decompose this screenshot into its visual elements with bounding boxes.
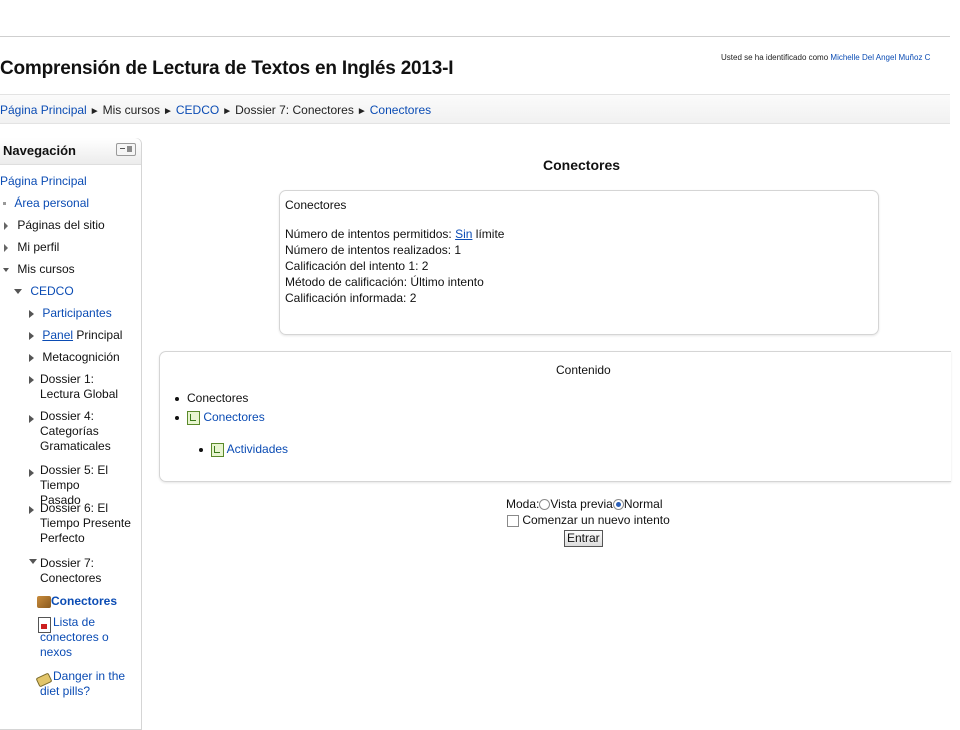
nav-participants[interactable]: Participantes (29, 306, 112, 321)
nav-metacognition-label: Metacognición (42, 350, 120, 364)
nav-dossier-6-label: Dossier 6: El Tiempo Presente Perfecto (40, 501, 131, 545)
expand-arrow-icon[interactable] (4, 221, 8, 230)
content-item-link[interactable]: Conectores (203, 410, 264, 424)
bullet-icon (199, 447, 203, 452)
mode-preview-radio[interactable] (539, 499, 551, 511)
breadcrumb-course[interactable]: CEDCO (176, 103, 219, 117)
nav-activity-conectores[interactable]: Conectores (37, 594, 117, 609)
content-item[interactable]: Conectores (175, 410, 265, 425)
page-icon (211, 442, 224, 457)
attempts-allowed-link[interactable]: Sin (455, 227, 472, 241)
expand-arrow-icon[interactable] (29, 353, 34, 362)
bullet-icon (175, 396, 179, 401)
nav-course[interactable]: CEDCO (14, 284, 74, 299)
nav-personal-area[interactable]: Área personal (3, 196, 89, 211)
nav-activity-danger-link[interactable]: Danger in the diet pills? (40, 669, 140, 699)
attempts-allowed-label: Número de intentos permitidos: (285, 227, 452, 241)
breadcrumb-separator: ► (89, 106, 100, 117)
mode-normal-radio[interactable] (612, 499, 624, 511)
attempts-made: Número de intentos realizados: 1 (285, 243, 462, 257)
content-subitem[interactable]: Actividades (199, 442, 288, 457)
mode-selector: Moda: Vista previa Normal (506, 497, 663, 511)
new-attempt-label[interactable]: Comenzar un nuevo intento (522, 513, 669, 527)
reported-grade: Calificación informada: 2 (285, 291, 417, 305)
breadcrumb-home[interactable]: Página Principal (0, 103, 87, 117)
expand-arrow-icon[interactable] (29, 469, 34, 477)
new-attempt-option[interactable]: Comenzar un nuevo intento (507, 513, 670, 527)
nav-participants-link[interactable]: Participantes (42, 306, 111, 320)
attempts-allowed: Número de intentos permitidos: Sin límit… (285, 227, 504, 242)
mode-normal-label[interactable]: Normal (624, 497, 663, 511)
summary-name: Conectores (285, 198, 347, 212)
content-box (159, 351, 951, 482)
nav-panel-link[interactable]: Panel (42, 328, 73, 342)
breadcrumb: Página Principal ► Mis cursos ► CEDCO ► Dossie… (0, 103, 431, 117)
quiz-icon (37, 595, 51, 608)
collapse-arrow-icon[interactable] (14, 289, 22, 295)
login-info: Usted se ha identificado como Michelle D… (721, 53, 930, 62)
bullet-icon (3, 202, 6, 206)
nav-my-profile[interactable]: Mi perfil (4, 240, 59, 255)
content-title: Contenido (556, 363, 611, 377)
content-item-label: Conectores (187, 391, 249, 405)
mode-label: Moda: (506, 497, 540, 511)
breadcrumb-separator: ► (222, 106, 233, 117)
breadcrumb-my-courses: Mis cursos (102, 103, 160, 117)
breadcrumb-separator: ► (356, 106, 367, 117)
grading-method: Método de calificación: Último intento (285, 275, 484, 289)
nav-activity-conectores-link[interactable]: Conectores (51, 594, 117, 608)
expand-arrow-icon[interactable] (29, 309, 34, 318)
nav-dossier-1-label: Dossier 1: Lectura Global (40, 372, 119, 401)
nav-my-profile-label: Mi perfil (17, 240, 60, 254)
collapse-arrow-icon[interactable] (3, 267, 9, 272)
nav-dossier-4-label: Dossier 4: Categorías Gramaticales (40, 409, 111, 453)
mode-preview-label[interactable]: Vista previa (550, 497, 612, 511)
nav-home[interactable]: Página Principal (0, 174, 87, 189)
content-subitem-link[interactable]: Actividades (227, 442, 288, 456)
nav-panel-label: Principal (76, 328, 123, 342)
collapse-arrow-icon[interactable] (29, 559, 37, 564)
nav-personal-area-link[interactable]: Área personal (14, 196, 89, 210)
attempt-grade: Calificación del intento 1: 2 (285, 259, 429, 273)
expand-arrow-icon[interactable] (29, 331, 34, 340)
new-attempt-checkbox[interactable] (507, 514, 519, 527)
nav-course-link[interactable]: CEDCO (30, 284, 73, 298)
login-prefix: Usted se ha identificado como (721, 53, 829, 62)
nav-site-pages[interactable]: Páginas del sitio (4, 218, 105, 233)
expand-arrow-icon[interactable] (4, 243, 8, 252)
enter-button[interactable]: Entrar (564, 530, 603, 547)
nav-my-courses-label: Mis cursos (17, 262, 75, 276)
navigation-block-title: Navegación (3, 143, 76, 158)
bullet-icon (175, 415, 179, 420)
page-heading: Conectores (543, 157, 621, 173)
nav-dossier-7-label: Dossier 7: Conectores (40, 556, 102, 585)
attempts-allowed-rest: límite (475, 227, 505, 241)
breadcrumb-separator: ► (162, 106, 173, 117)
expand-arrow-icon[interactable] (29, 376, 34, 384)
site-title[interactable]: Comprensión de Lectura de Textos en Ingl… (0, 58, 454, 80)
top-divider (0, 36, 950, 37)
nav-metacognition[interactable]: Metacognición (29, 350, 120, 365)
breadcrumb-current[interactable]: Conectores (370, 103, 431, 117)
breadcrumb-section: Dossier 7: Conectores (235, 103, 354, 117)
user-name-link[interactable]: Michelle Del Angel Muñoz C (830, 53, 930, 62)
expand-arrow-icon[interactable] (29, 506, 34, 514)
nav-site-pages-label: Páginas del sitio (17, 218, 105, 232)
dock-block-icon[interactable] (116, 143, 136, 156)
content-item: Conectores (175, 391, 248, 406)
expand-arrow-icon[interactable] (29, 415, 34, 423)
page-icon (187, 410, 200, 425)
nav-activity-lista-link[interactable]: Lista de conectores o nexos (40, 615, 122, 660)
nav-my-courses[interactable]: Mis cursos (3, 262, 75, 277)
nav-panel[interactable]: Panel Principal (29, 328, 122, 343)
